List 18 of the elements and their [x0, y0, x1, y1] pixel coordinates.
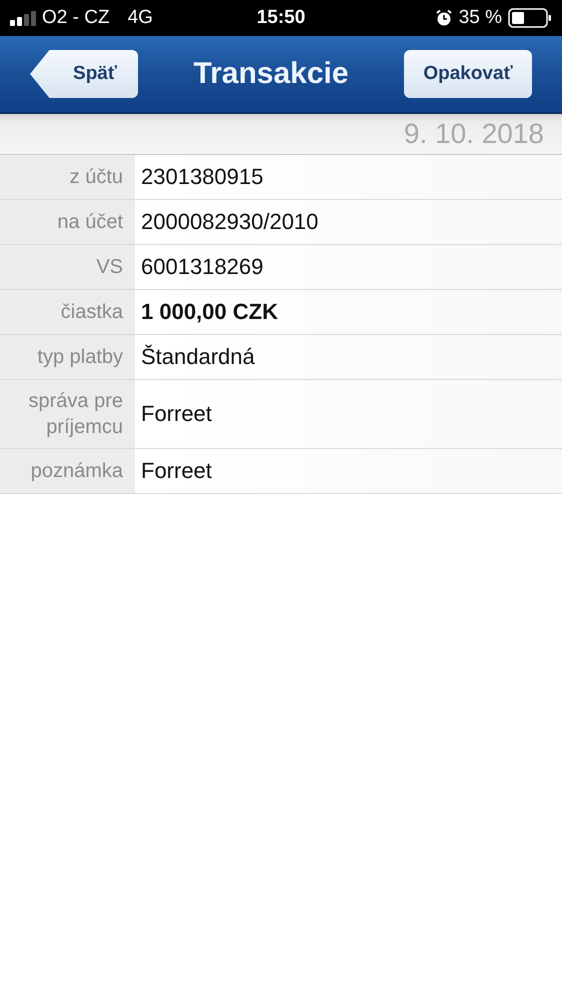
field-label: poznámka	[0, 449, 135, 493]
signal-icon	[10, 10, 36, 26]
field-label: VS	[0, 245, 135, 289]
status-time: 15:50	[256, 7, 306, 29]
battery-icon	[508, 8, 552, 28]
field-label: z účtu	[0, 155, 135, 199]
carrier-name: O2 - CZ	[42, 7, 110, 29]
field-label: čiastka	[0, 290, 135, 334]
network-type: 4G	[128, 7, 153, 29]
transaction-date: 9. 10. 2018	[404, 118, 544, 150]
alarm-icon	[434, 9, 453, 27]
field-label: typ platby	[0, 335, 135, 379]
field-label: správa pre príjemcu	[0, 380, 135, 448]
repeat-button[interactable]: Opakovať	[404, 50, 532, 98]
field-label: na účet	[0, 200, 135, 244]
back-button[interactable]: Späť	[30, 50, 138, 98]
battery-percent: 35 %	[458, 7, 502, 29]
screen-title: Transakcie	[193, 57, 349, 91]
